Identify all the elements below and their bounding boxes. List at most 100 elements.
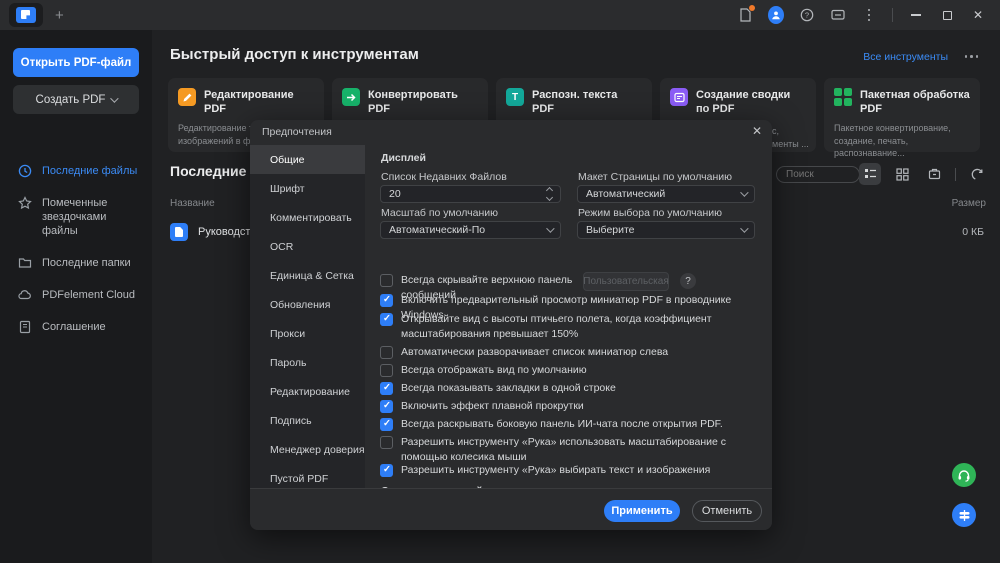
tab-proxy[interactable]: Прокси (250, 319, 365, 348)
tab-ocr[interactable]: OCR (250, 232, 365, 261)
sidebar-item-label: PDFelement Cloud (42, 288, 135, 302)
checkbox-icon (380, 464, 393, 477)
column-header-size[interactable]: Размер (952, 198, 986, 209)
more-menu-icon[interactable] (861, 7, 877, 23)
tab-font[interactable]: Шрифт (250, 174, 365, 203)
page-layout-select[interactable]: Автоматический (577, 185, 755, 203)
checkbox-icon (380, 313, 393, 326)
chevron-down-icon (111, 94, 119, 102)
dialog-footer: Применить Отменить (250, 488, 772, 530)
sidebar-item-label: Соглашение (42, 320, 106, 334)
tab-comment[interactable]: Комментировать (250, 203, 365, 232)
sidebar-item-recent-files[interactable]: Последние файлы (0, 155, 152, 187)
checkbox-icon (380, 274, 393, 287)
recent-files-spinner[interactable]: 20 (380, 185, 561, 203)
section-display: Дисплей (381, 152, 426, 164)
dialog-close-icon[interactable]: ✕ (752, 124, 762, 138)
tab-password[interactable]: Пароль (250, 348, 365, 377)
checkbox-bookmarks-single-line[interactable]: Всегда показывать закладки в одной строк… (380, 381, 616, 396)
field-label-recent-list: Список Недавних Файлов (381, 171, 507, 183)
card-desc-fragment: с, (772, 126, 779, 136)
card-title: Редактирование PDF (204, 88, 314, 116)
guide-button[interactable] (952, 503, 976, 527)
column-header-name[interactable]: Название (170, 198, 215, 209)
grid-view-toggle[interactable] (891, 163, 913, 185)
checkbox-icon (380, 364, 393, 377)
tab-general[interactable]: Общие (250, 145, 365, 174)
spinner-arrows-icon[interactable] (547, 188, 552, 200)
archive-icon[interactable] (923, 163, 945, 185)
feedback-icon[interactable] (830, 7, 846, 23)
tab-trust-manager[interactable]: Менеджер доверия (250, 435, 365, 464)
account-avatar[interactable] (768, 7, 784, 23)
support-button[interactable] (952, 463, 976, 487)
tools-more-icon[interactable] (965, 55, 979, 58)
checkbox-hand-tool-select[interactable]: Разрешить инструменту «Рука» выбирать те… (380, 463, 710, 478)
custom-button-disabled: Пользовательская (583, 272, 669, 291)
help-circle-icon[interactable]: ? (680, 273, 696, 289)
tab-signature[interactable]: Подпись (250, 406, 365, 435)
open-pdf-button[interactable]: Открыть PDF-файл (13, 48, 139, 77)
edit-pdf-icon (178, 88, 196, 106)
summarize-pdf-icon (670, 88, 688, 106)
list-view-toggle[interactable] (859, 163, 881, 185)
tab-editing[interactable]: Редактирование (250, 377, 365, 406)
tab-updates[interactable]: Обновления (250, 290, 365, 319)
search-input[interactable] (776, 166, 860, 183)
card-title: Создание сводки по PDF (696, 88, 806, 116)
minimize-button[interactable] (908, 7, 924, 23)
sidebar-item-agreement[interactable]: Соглашение (0, 311, 152, 343)
help-icon[interactable]: ? (799, 7, 815, 23)
file-size: 0 КБ (962, 226, 984, 238)
recent-heading: Последние (170, 163, 246, 179)
close-button[interactable]: ✕ (970, 7, 986, 23)
batch-pdf-icon (834, 88, 852, 106)
cancel-button[interactable]: Отменить (692, 500, 762, 522)
selection-mode-select[interactable]: Выберите (577, 221, 755, 239)
checkbox-icon (380, 382, 393, 395)
chevron-down-icon (546, 224, 554, 232)
checkbox-smooth-scroll[interactable]: Включить эффект плавной прокрутки (380, 399, 584, 414)
checkbox-hand-tool-zoom[interactable]: Разрешить инструменту «Рука» использоват… (380, 435, 756, 465)
new-tab-button[interactable]: + (55, 8, 64, 23)
titlebar-separator (892, 8, 893, 22)
checkbox-default-view[interactable]: Всегда отображать вид по умолчанию (380, 363, 587, 378)
sidebar-item-label: Помеченные звездочками файлы (42, 196, 142, 238)
checkbox-icon (380, 418, 393, 431)
tools-separator (955, 168, 956, 181)
app-tab[interactable] (9, 3, 43, 27)
notification-document-icon[interactable] (737, 7, 753, 23)
checkbox-icon (380, 294, 393, 307)
sidebar-item-cloud[interactable]: PDFelement Cloud (0, 279, 152, 311)
star-icon (18, 196, 32, 210)
checkbox-ai-chat-panel[interactable]: Всегда раскрывать боковую панель ИИ-чата… (380, 417, 723, 432)
apply-button[interactable]: Применить (604, 500, 680, 522)
create-pdf-button[interactable]: Создать PDF (13, 85, 139, 114)
svg-text:?: ? (805, 11, 809, 20)
refresh-icon[interactable] (966, 163, 988, 185)
checkbox-icon (380, 346, 393, 359)
card-title: Распозн. текста PDF (532, 88, 642, 116)
sidebar: Открыть PDF-файл Создать PDF Последние ф… (0, 30, 152, 563)
default-zoom-select[interactable]: Автоматический-По (380, 221, 561, 239)
dialog-tabs: Общие Шрифт Комментировать OCR Единица &… (250, 145, 365, 530)
folder-icon (18, 256, 32, 270)
card-title: Конвертировать PDF (368, 88, 478, 116)
sidebar-item-recent-folders[interactable]: Последние папки (0, 247, 152, 279)
card-title: Пакетная обработка PDF (860, 88, 970, 116)
sidebar-item-starred-files[interactable]: Помеченные звездочками файлы (0, 187, 152, 247)
maximize-button[interactable] (939, 7, 955, 23)
checkbox-icon (380, 400, 393, 413)
cloud-icon (18, 288, 32, 302)
all-tools-link[interactable]: Все инструменты (863, 51, 948, 63)
headset-icon (957, 469, 971, 482)
card-desc-fragment: менты ... (772, 139, 809, 149)
app-window: + ? ✕ (0, 0, 1000, 563)
clock-icon (18, 164, 32, 178)
card-batch-pdf[interactable]: Пакетная обработка PDF Пакетное конверти… (824, 78, 980, 152)
checkbox-birds-eye-view[interactable]: Открывайте вид с высоты птичьего полета,… (380, 312, 756, 342)
tab-unit-grid[interactable]: Единица & Сетка (250, 261, 365, 290)
chevron-down-icon (740, 188, 748, 196)
notification-dot (749, 5, 755, 11)
checkbox-expand-thumbnails[interactable]: Автоматически разворачивает список миниа… (380, 345, 668, 360)
